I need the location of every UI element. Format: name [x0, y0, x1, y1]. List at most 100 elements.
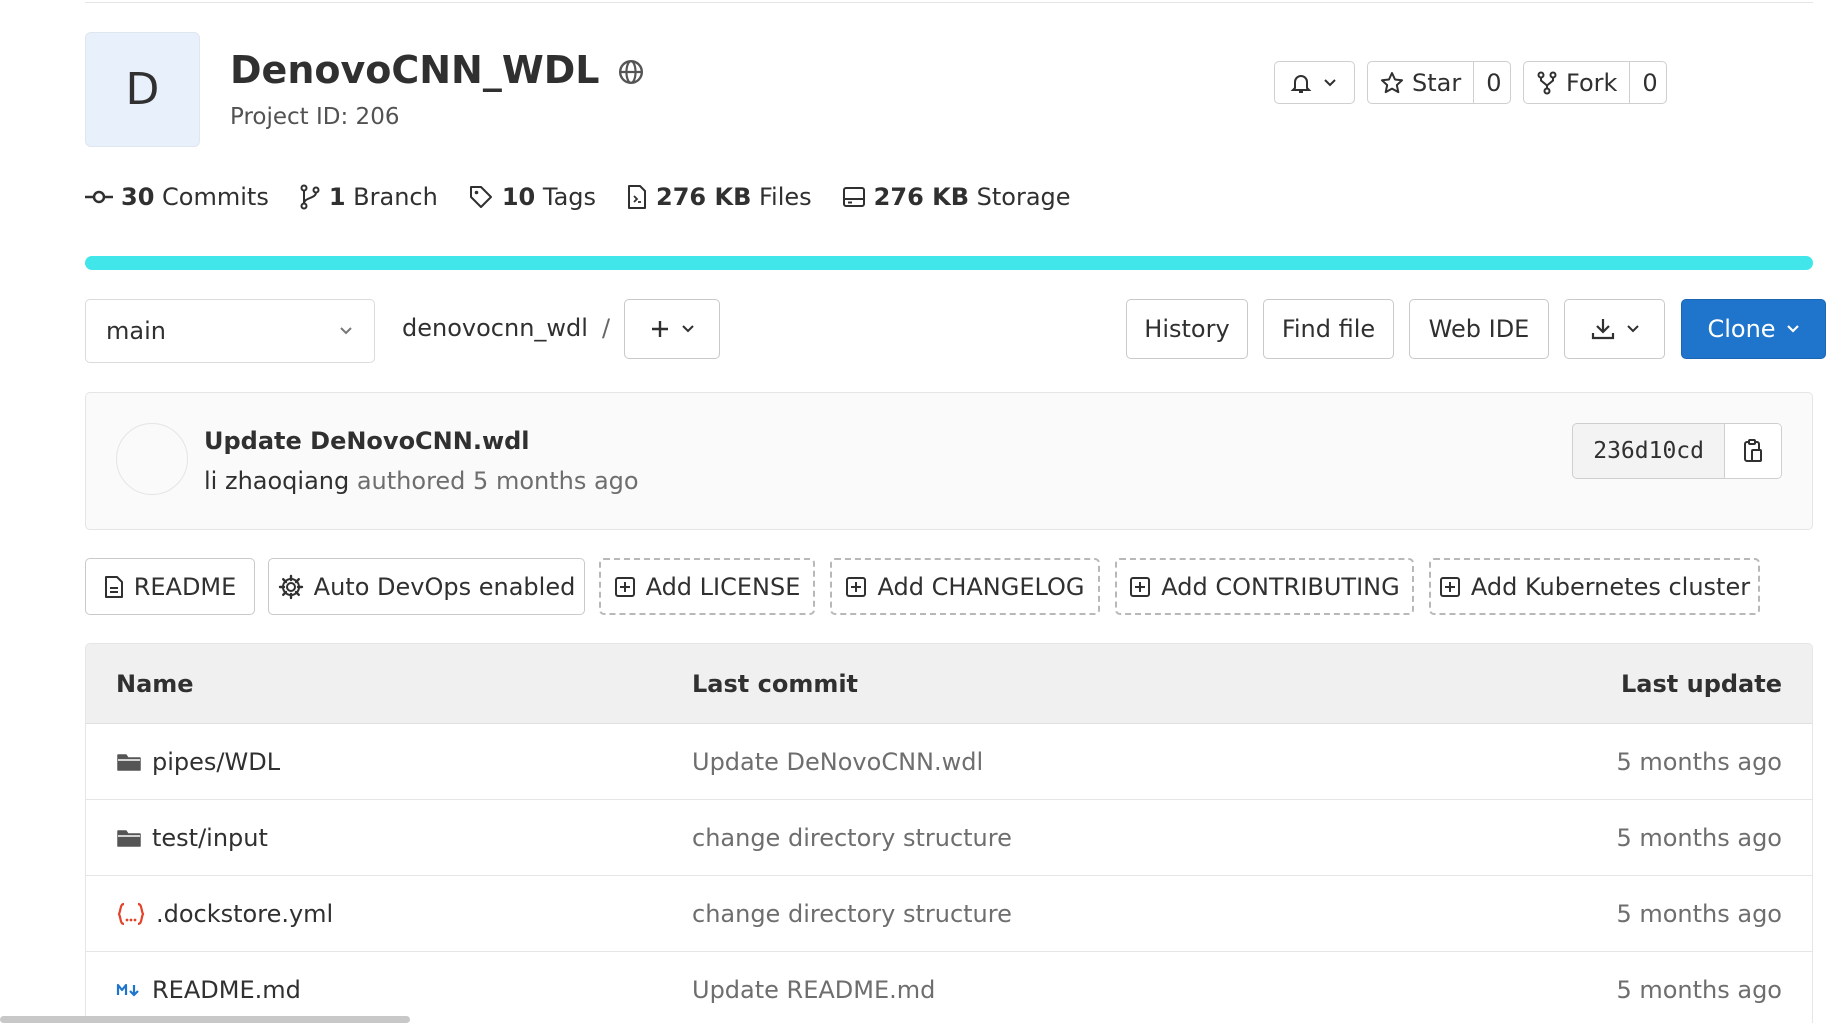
- plus-square-icon: [1439, 576, 1460, 597]
- horizontal-scrollbar[interactable]: [0, 1016, 410, 1023]
- add-license-label: Add LICENSE: [645, 572, 801, 601]
- bell-icon: [1290, 74, 1312, 93]
- star-button[interactable]: Star 0: [1367, 61, 1511, 104]
- file-name[interactable]: .dockstore.yml: [156, 900, 333, 928]
- copy-sha-button[interactable]: [1725, 424, 1781, 478]
- file-name-cell[interactable]: pipes/WDL: [116, 748, 280, 776]
- commit-author[interactable]: li zhaoqiang: [204, 467, 349, 495]
- branch-name: main: [106, 317, 166, 345]
- file-commit[interactable]: change directory structure: [692, 824, 1012, 852]
- stat-commits[interactable]: 30 Commits: [85, 183, 269, 211]
- folder-icon: [117, 829, 141, 847]
- add-license-button[interactable]: Add LICENSE: [599, 558, 815, 615]
- add-kubernetes-cluster-label: Add Kubernetes cluster: [1470, 572, 1751, 601]
- plus-icon: [652, 321, 668, 337]
- download-dropdown[interactable]: [1564, 299, 1665, 359]
- commit-icon: [85, 190, 113, 204]
- star-icon: [1381, 71, 1403, 93]
- top-divider: [85, 2, 1813, 3]
- clipboard-icon: [1744, 439, 1762, 462]
- markdown-icon: [116, 983, 139, 997]
- table-row[interactable]: .dockstore.yml change directory structur…: [86, 876, 1812, 952]
- stat-tags-value: 10: [501, 183, 536, 211]
- chevron-down-icon: [1626, 325, 1639, 333]
- yaml-icon: [117, 902, 145, 925]
- web-ide-button[interactable]: Web IDE: [1409, 299, 1549, 359]
- add-changelog-label: Add CHANGELOG: [877, 572, 1085, 601]
- file-name-cell[interactable]: test/input: [116, 824, 268, 852]
- commit-time: authored 5 months ago: [349, 467, 639, 495]
- history-button[interactable]: History: [1126, 299, 1248, 359]
- history-label: History: [1144, 315, 1230, 343]
- stat-storage-value: 276 KB: [873, 183, 970, 211]
- header-last-update: Last update: [1621, 669, 1782, 698]
- clone-dropdown[interactable]: Clone: [1681, 299, 1826, 359]
- table-row[interactable]: test/input change directory structure 5 …: [86, 800, 1812, 876]
- doc-icon: [104, 575, 123, 598]
- readme-label: README: [133, 572, 237, 601]
- project-stats: 30 Commits 1 Branch 10 Tags 276 KB Files…: [85, 183, 1101, 211]
- plus-square-icon: [614, 576, 635, 597]
- branch-selector[interactable]: main: [85, 299, 375, 363]
- branch-icon: [300, 184, 320, 210]
- file-updated: 5 months ago: [1616, 823, 1782, 852]
- file-name-cell[interactable]: README.md: [116, 976, 301, 1004]
- gear-icon: [278, 574, 303, 599]
- table-row[interactable]: README.md Update README.md 5 months ago: [86, 952, 1812, 1023]
- commit-meta: li zhaoqiang authored 5 months ago: [204, 467, 639, 495]
- add-contributing-label: Add CONTRIBUTING: [1161, 572, 1400, 601]
- readme-button[interactable]: README: [85, 558, 255, 615]
- file-name[interactable]: test/input: [152, 824, 268, 852]
- file-icon: [628, 185, 647, 209]
- project-id: Project ID: 206: [230, 104, 400, 130]
- stat-commits-label: Commits: [162, 183, 269, 211]
- chevron-down-icon: [682, 325, 694, 333]
- add-kubernetes-cluster-button[interactable]: Add Kubernetes cluster: [1429, 558, 1760, 615]
- fork-button[interactable]: Fork 0: [1523, 61, 1667, 104]
- notification-dropdown[interactable]: [1274, 61, 1355, 104]
- file-updated: 5 months ago: [1616, 975, 1782, 1004]
- stat-files-value: 276 KB: [656, 183, 752, 211]
- fork-label: Fork: [1566, 68, 1618, 97]
- add-changelog-button[interactable]: Add CHANGELOG: [830, 558, 1100, 615]
- star-count[interactable]: 0: [1473, 62, 1510, 103]
- stat-files[interactable]: 276 KB Files: [626, 183, 812, 211]
- commit-sha[interactable]: 236d10cd: [1573, 424, 1725, 478]
- stat-branch[interactable]: 1 Branch: [299, 183, 438, 211]
- chevron-down-icon: [1786, 325, 1799, 333]
- project-title: DenovoCNN_WDL: [230, 48, 644, 92]
- table-row[interactable]: pipes/WDL Update DeNovoCNN.wdl 5 months …: [86, 724, 1812, 800]
- globe-icon: [618, 59, 643, 85]
- tag-icon: [469, 186, 492, 208]
- clone-label: Clone: [1707, 315, 1776, 343]
- find-file-button[interactable]: Find file: [1263, 299, 1394, 359]
- fork-count[interactable]: 0: [1629, 62, 1666, 103]
- file-name[interactable]: README.md: [152, 976, 301, 1004]
- breadcrumb-root[interactable]: denovocnn_wdl: [402, 314, 588, 342]
- commit-author-avatar[interactable]: [116, 423, 188, 495]
- file-commit[interactable]: change directory structure: [692, 900, 1012, 928]
- add-contributing-button[interactable]: Add CONTRIBUTING: [1115, 558, 1414, 615]
- table-header: Name Last commit Last update: [86, 644, 1812, 724]
- file-name[interactable]: pipes/WDL: [152, 748, 280, 776]
- file-name-cell[interactable]: .dockstore.yml: [116, 900, 333, 928]
- chevron-down-icon: [1324, 78, 1336, 86]
- repository-language-bar[interactable]: [85, 256, 1813, 270]
- storage-icon: [842, 187, 865, 207]
- stat-commits-value: 30: [121, 183, 155, 211]
- file-commit[interactable]: Update DeNovoCNN.wdl: [692, 748, 983, 776]
- fork-icon: [1537, 71, 1557, 94]
- download-icon: [1591, 319, 1614, 340]
- stat-branch-label: Branch: [353, 183, 438, 211]
- auto-devops-button[interactable]: Auto DevOps enabled: [268, 558, 585, 615]
- stat-storage-label: Storage: [976, 183, 1071, 211]
- commit-title[interactable]: Update DeNovoCNN.wdl: [204, 427, 530, 455]
- file-commit[interactable]: Update README.md: [692, 976, 935, 1004]
- auto-devops-label: Auto DevOps enabled: [313, 572, 576, 601]
- project-name[interactable]: DenovoCNN_WDL: [230, 48, 600, 92]
- breadcrumb: denovocnn_wdl /: [402, 314, 610, 342]
- stat-tags[interactable]: 10 Tags: [468, 183, 596, 211]
- stat-storage[interactable]: 276 KB Storage: [842, 183, 1071, 211]
- add-to-tree-dropdown[interactable]: [624, 299, 720, 359]
- star-label: Star: [1412, 68, 1462, 97]
